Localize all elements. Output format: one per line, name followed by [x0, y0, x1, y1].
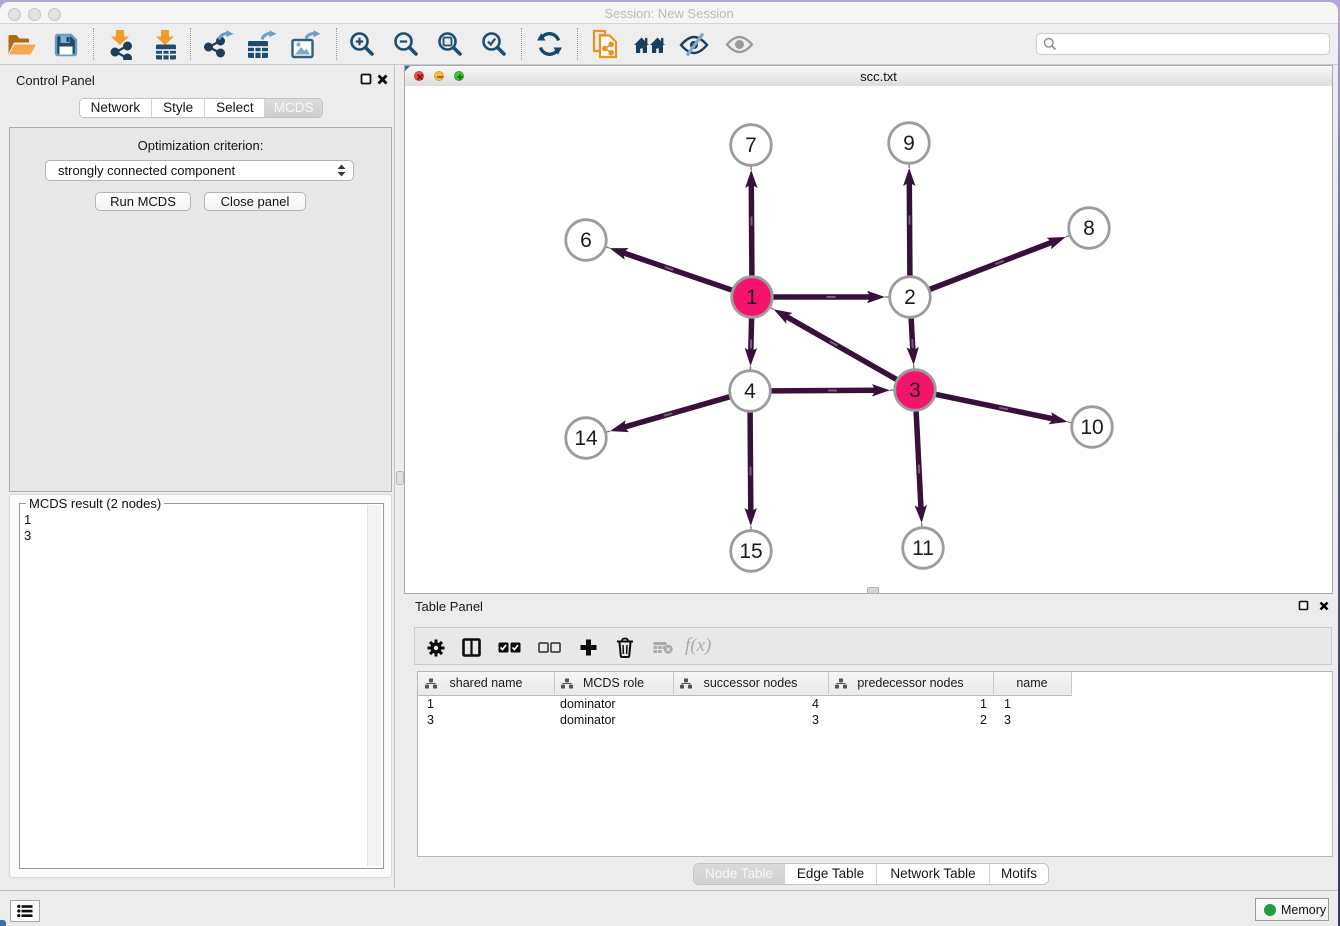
svg-text:6: 6 [580, 229, 592, 252]
svg-text:3: 3 [909, 379, 921, 402]
svg-text:7: 7 [745, 134, 757, 157]
svg-text:9: 9 [903, 132, 915, 155]
svg-text:10: 10 [1080, 416, 1103, 439]
svg-text:8: 8 [1083, 217, 1095, 240]
svg-text:14: 14 [574, 427, 598, 450]
svg-text:15: 15 [739, 540, 762, 563]
svg-text:4: 4 [744, 380, 756, 403]
svg-text:1: 1 [746, 286, 758, 309]
svg-text:2: 2 [904, 286, 916, 309]
svg-text:11: 11 [912, 537, 934, 560]
